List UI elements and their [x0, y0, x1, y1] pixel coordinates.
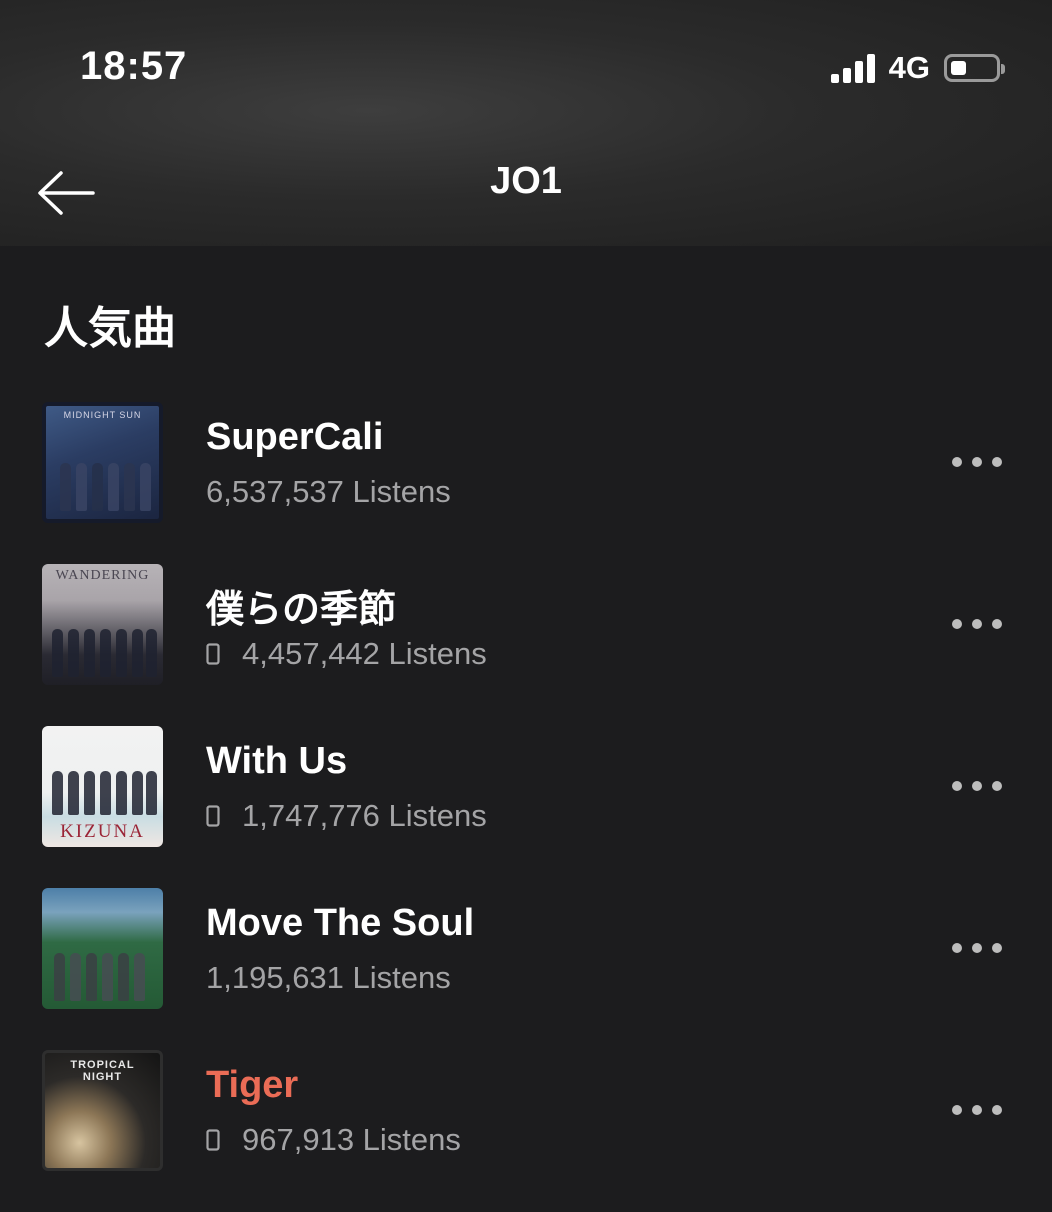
track-listens: 1,195,631 Listens — [206, 960, 451, 996]
track-title: SuperCali — [206, 416, 384, 458]
phone-icon — [206, 643, 220, 665]
listens-count: 6,537,537 Listens — [206, 474, 451, 509]
listens-count: 1,747,776 Listens — [242, 798, 487, 833]
track-title: Move The Soul — [206, 902, 475, 944]
track-listens: 1,747,776 Listens — [206, 798, 487, 834]
track-title: With Us — [206, 740, 348, 782]
album-cover: KIZUNA — [42, 726, 163, 847]
page-title: JO1 — [490, 160, 562, 202]
track-row[interactable]: TROPICAL NIGHT Tiger 967,913 Listens — [0, 1050, 1052, 1212]
more-dots-icon — [952, 619, 962, 629]
more-dots-icon — [952, 1105, 962, 1115]
track-row[interactable]: MIDNIGHT SUN SuperCali 6,537,537 Listens — [0, 402, 1052, 564]
network-type: 4G — [888, 50, 930, 85]
album-cover: WANDERING — [42, 564, 163, 685]
track-title: 僕らの季節 — [206, 589, 397, 631]
listens-count: 1,195,631 Listens — [206, 960, 451, 995]
section-title: 人気曲 — [44, 304, 176, 353]
header: 18:57 4G JO1 — [0, 0, 1052, 246]
status-indicators: 4G — [830, 48, 1005, 88]
track-row[interactable]: KIZUNA With Us 1,747,776 Listens — [0, 726, 1052, 888]
phone-icon — [206, 1129, 220, 1151]
cover-caption: TROPICAL NIGHT — [70, 1059, 135, 1083]
album-cover — [42, 888, 163, 1009]
cover-caption: KIZUNA — [60, 821, 145, 842]
more-options-button[interactable] — [952, 928, 1002, 968]
more-options-button[interactable] — [952, 766, 1002, 806]
phone-icon — [206, 805, 220, 827]
more-dots-icon — [952, 457, 962, 467]
status-time: 18:57 — [80, 44, 188, 88]
track-list: MIDNIGHT SUN SuperCali 6,537,537 Listens… — [0, 402, 1052, 1212]
battery-icon — [944, 54, 1005, 82]
more-dots-icon — [952, 781, 962, 791]
listens-count: 967,913 Listens — [242, 1122, 461, 1157]
track-listens: 4,457,442 Listens — [206, 636, 487, 672]
more-dots-icon — [952, 943, 962, 953]
more-options-button[interactable] — [952, 604, 1002, 644]
more-options-button[interactable] — [952, 442, 1002, 482]
track-row[interactable]: WANDERING 僕らの季節 4,457,442 Listens — [0, 564, 1052, 726]
album-cover: MIDNIGHT SUN — [42, 402, 163, 523]
track-listens: 967,913 Listens — [206, 1122, 461, 1158]
album-cover: TROPICAL NIGHT — [42, 1050, 163, 1171]
cover-caption: MIDNIGHT SUN — [63, 410, 142, 420]
track-row[interactable]: Move The Soul 1,195,631 Listens — [0, 888, 1052, 1050]
more-options-button[interactable] — [952, 1090, 1002, 1130]
track-title: Tiger — [206, 1064, 299, 1106]
track-listens: 6,537,537 Listens — [206, 474, 451, 510]
listens-count: 4,457,442 Listens — [242, 636, 487, 671]
cover-caption: WANDERING — [55, 568, 150, 583]
signal-strength-icon — [830, 53, 875, 83]
battery-level — [951, 61, 966, 75]
